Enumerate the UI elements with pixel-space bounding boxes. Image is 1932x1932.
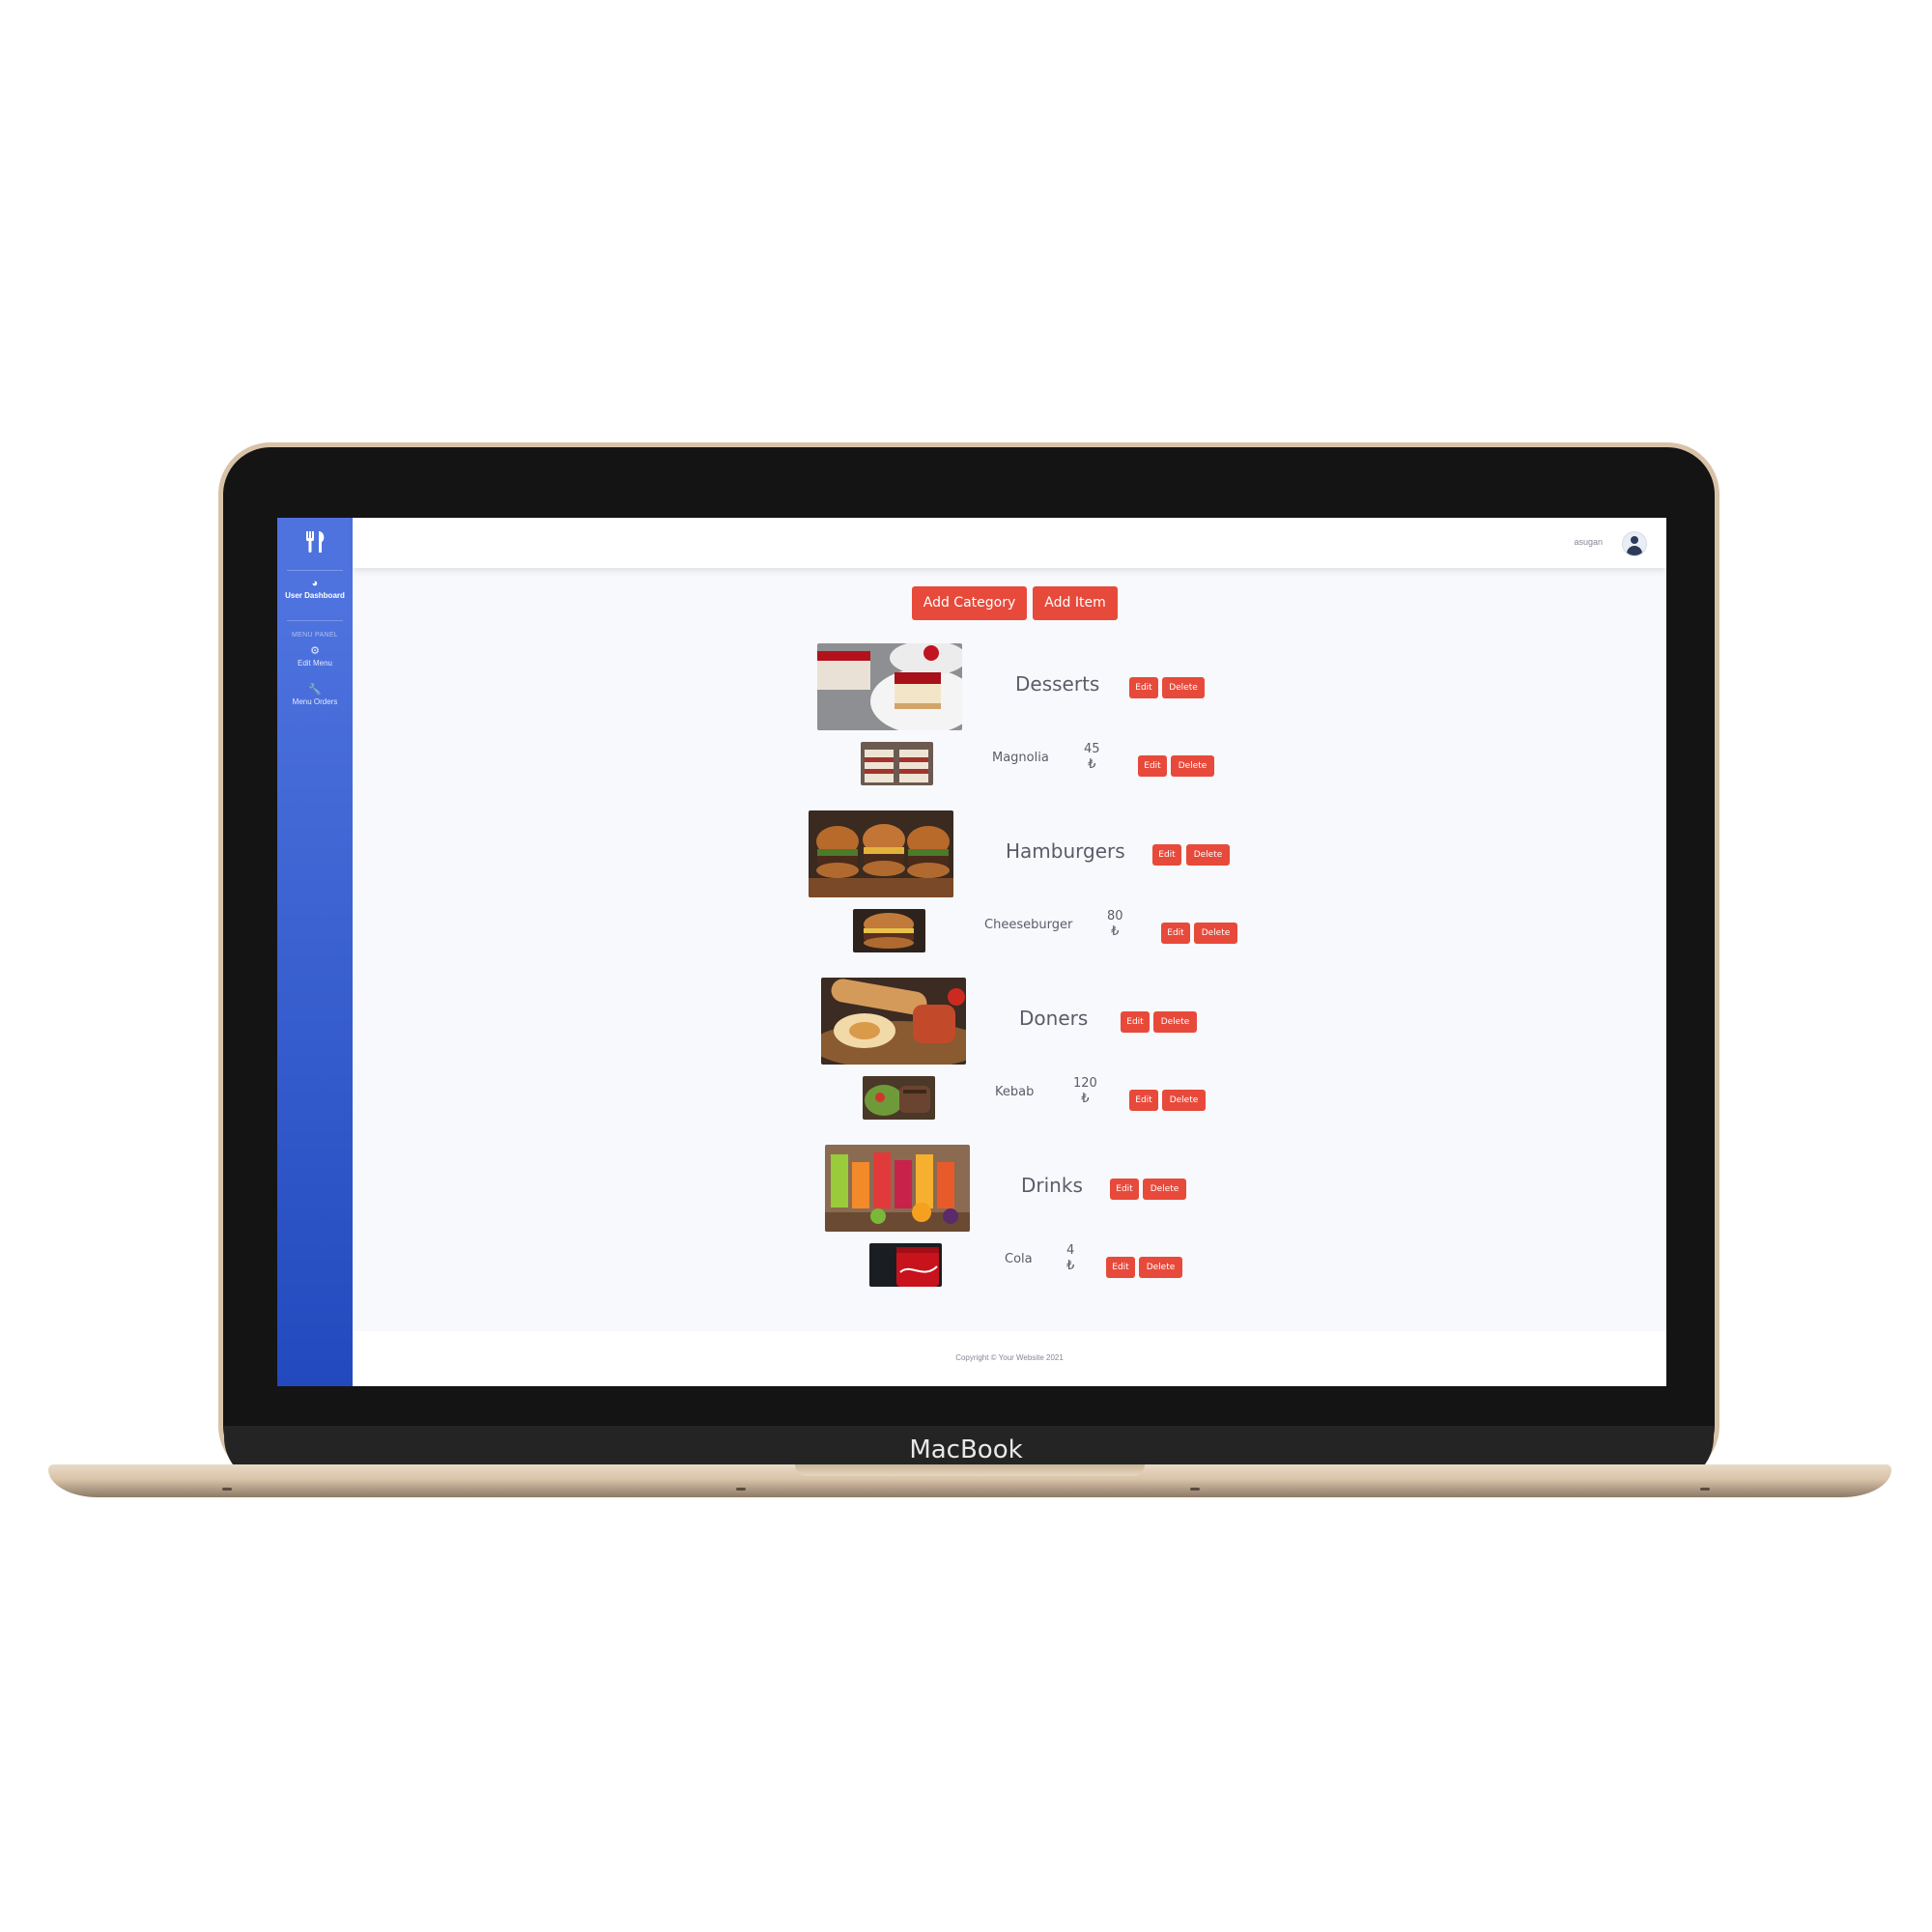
sidebar-divider (287, 620, 343, 621)
user-name[interactable]: asugan (1574, 537, 1603, 547)
device-label: MacBook (909, 1435, 1023, 1464)
delete-button[interactable]: Delete (1139, 1257, 1182, 1278)
delete-button[interactable]: Delete (1162, 1090, 1206, 1111)
edit-button[interactable]: Edit (1110, 1179, 1139, 1200)
item-name: Cola (1005, 1252, 1033, 1266)
category-name: Drinks (1021, 1174, 1083, 1197)
item-row: Kebab 120 ₺ Edit Delete (277, 1074, 1666, 1121)
sidebar-item-user-dashboard[interactable]: ◕ User Dashboard (277, 578, 353, 601)
item-image (853, 909, 925, 952)
category-row: Drinks Edit Delete (277, 1145, 1666, 1234)
price-currency: ₺ (1088, 757, 1096, 772)
copyright-text: Copyright © Your Website 2021 (955, 1353, 1064, 1362)
price-value: 120 (1073, 1076, 1097, 1091)
delete-button[interactable]: Delete (1143, 1179, 1186, 1200)
topbar: asugan (353, 518, 1666, 568)
delete-button[interactable]: Delete (1162, 677, 1205, 698)
price-value: 4 (1066, 1243, 1075, 1258)
price-value: 45 (1084, 742, 1100, 756)
item-image (869, 1243, 942, 1287)
price-currency: ₺ (1081, 1092, 1090, 1106)
laptop-foot (736, 1488, 746, 1491)
delete-button[interactable]: Delete (1186, 844, 1230, 866)
item-price: 80 ₺ (1107, 909, 1123, 940)
utensils-icon[interactable] (277, 527, 353, 564)
item-image (863, 1076, 935, 1120)
sidebar-divider (287, 570, 343, 571)
category-image (821, 978, 966, 1065)
item-price: 4 ₺ (1066, 1243, 1074, 1274)
price-currency: ₺ (1066, 1259, 1075, 1273)
category-image (817, 643, 962, 730)
edit-button[interactable]: Edit (1129, 677, 1158, 698)
edit-button[interactable]: Edit (1129, 1090, 1158, 1111)
category-row: Doners Edit Delete (277, 978, 1666, 1066)
delete-button[interactable]: Delete (1194, 923, 1237, 944)
edit-button[interactable]: Edit (1121, 1011, 1150, 1033)
item-name: Kebab (995, 1085, 1035, 1099)
item-row: Cola 4 ₺ Edit Delete (277, 1241, 1666, 1288)
footer: Copyright © Your Website 2021 (353, 1331, 1666, 1386)
price-currency: ₺ (1111, 924, 1120, 939)
screen: ◕ User Dashboard MENU PANEL ⚙ Edit Menu … (277, 518, 1666, 1386)
item-name: Magnolia (992, 751, 1049, 765)
delete-button[interactable]: Delete (1171, 755, 1214, 777)
category-row: Hamburgers Edit Delete (277, 810, 1666, 899)
edit-button[interactable]: Edit (1138, 755, 1167, 777)
laptop-notch (795, 1464, 1145, 1476)
category-name: Hamburgers (1006, 839, 1125, 863)
delete-button[interactable]: Delete (1153, 1011, 1197, 1033)
category-row: Desserts Edit Delete (277, 643, 1666, 732)
item-row: Cheeseburger 80 ₺ Edit Delete (277, 907, 1666, 953)
laptop-foot (222, 1488, 232, 1491)
sidebar-heading: MENU PANEL (292, 632, 338, 639)
category-image (825, 1145, 970, 1232)
item-image (861, 742, 933, 785)
price-value: 80 (1107, 909, 1123, 923)
edit-button[interactable]: Edit (1161, 923, 1190, 944)
dashboard-icon: ◕ (311, 578, 319, 589)
add-category-button[interactable]: Add Category (912, 586, 1027, 620)
item-row: Magnolia 45 ₺ Edit Delete (277, 740, 1666, 786)
laptop-foot (1190, 1488, 1200, 1491)
laptop-foot (1700, 1488, 1710, 1491)
item-name: Cheeseburger (984, 918, 1073, 932)
sidebar-item-label: User Dashboard (285, 591, 345, 600)
item-price: 120 ₺ (1073, 1076, 1097, 1107)
category-name: Doners (1019, 1007, 1089, 1030)
item-price: 45 ₺ (1084, 742, 1100, 773)
avatar[interactable] (1622, 531, 1647, 556)
add-item-button[interactable]: Add Item (1033, 586, 1118, 620)
category-image (809, 810, 953, 897)
edit-button[interactable]: Edit (1152, 844, 1181, 866)
category-name: Desserts (1015, 672, 1100, 696)
edit-button[interactable]: Edit (1106, 1257, 1135, 1278)
